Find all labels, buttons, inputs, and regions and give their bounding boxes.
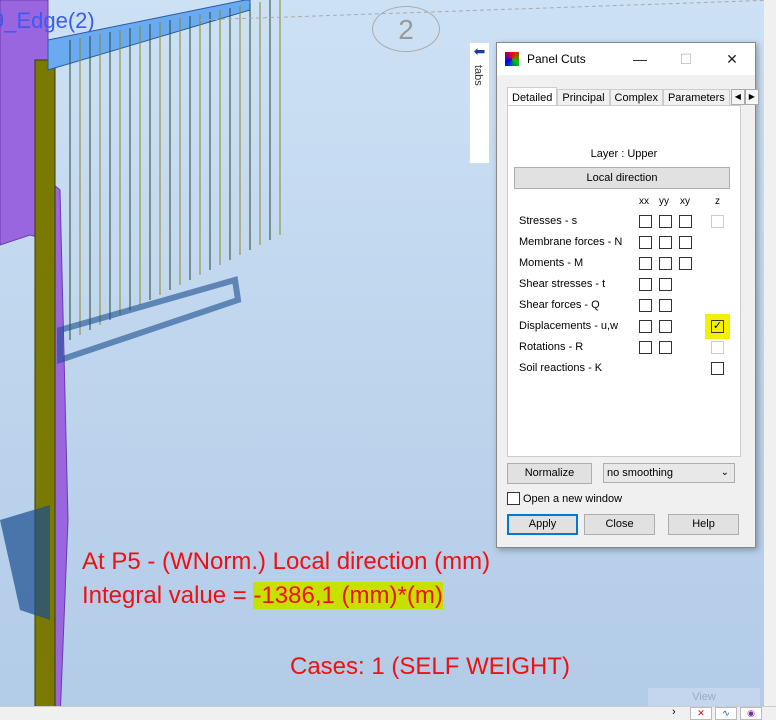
detailed-panel: Layer : Upper Local direction xx yy xy z…	[507, 105, 741, 457]
panel-cuts-dialog: Panel Cuts — ☐ ✕ Detailed Principal Comp…	[496, 42, 759, 548]
checkbox-xx[interactable]	[639, 320, 652, 333]
checkbox-xx[interactable]	[639, 236, 652, 249]
vertical-scrollbar[interactable]	[764, 0, 776, 706]
result-direction-label: At P5 - (WNorm.) Local direction (mm)	[82, 548, 491, 575]
checkbox-yy[interactable]	[659, 215, 672, 228]
checkbox-xx[interactable]	[639, 299, 652, 312]
row-label: Displacements - u,w	[519, 320, 619, 332]
checkbox-yy[interactable]	[659, 278, 672, 291]
row-label: Moments - M	[519, 257, 584, 269]
row-label: Membrane forces - N	[519, 236, 623, 248]
checkbox-xx[interactable]	[639, 278, 652, 291]
local-direction-button[interactable]: Local direction	[514, 167, 730, 189]
checkbox-yy[interactable]	[659, 236, 672, 249]
springs-icon[interactable]: ∿	[715, 707, 737, 720]
tabs-strip[interactable]: ⬅ tabs	[469, 43, 489, 163]
checkbox-xx[interactable]	[639, 257, 652, 270]
node-ellipse-dashed	[199, 0, 776, 21]
close-button[interactable]: Close	[584, 514, 655, 535]
col-xx: xx	[639, 196, 649, 207]
tabs-label: tabs	[472, 65, 484, 86]
row-label: Stresses - s	[519, 215, 578, 227]
checkbox-z[interactable]	[711, 362, 724, 375]
open-new-window-label: Open a new window	[523, 492, 623, 505]
row-label: Rotations - R	[519, 341, 584, 353]
tab-scroll-right-icon[interactable]: ▶	[744, 89, 759, 105]
chevron-right-icon[interactable]: ›	[672, 706, 676, 718]
checkbox-yy[interactable]	[659, 320, 672, 333]
integral-value: -1386,1 (mm)*(m)	[253, 582, 443, 609]
integral-value-label: Integral value = -1386,1 (mm)*(m)	[82, 582, 443, 610]
view-label: View	[648, 688, 760, 706]
dialog-title: Panel Cuts	[527, 52, 586, 66]
app-icon	[505, 52, 519, 66]
checkbox-xx[interactable]	[639, 341, 652, 354]
title-bar[interactable]: Panel Cuts — ☐ ✕	[497, 43, 755, 75]
open-new-window-option[interactable]: Open a new window	[507, 492, 622, 505]
checkbox-xy[interactable]	[679, 215, 692, 228]
edge-label: 9_Edge(2)	[0, 8, 95, 33]
bottom-toolbar	[0, 706, 776, 720]
eye-icon[interactable]: ◉	[740, 707, 762, 720]
cases-label: Cases: 1 (SELF WEIGHT)	[290, 653, 571, 680]
supports-icon[interactable]: ✕	[690, 707, 712, 720]
checkbox-z	[711, 341, 724, 354]
row-label: Soil reactions - K	[519, 362, 603, 374]
maximize-button: ☐	[679, 50, 693, 67]
close-window-button[interactable]: ✕	[709, 51, 755, 68]
chevron-down-icon: ⌄	[720, 467, 729, 478]
checkbox-z[interactable]: ✓	[711, 320, 724, 333]
integral-prefix: Integral value =	[82, 582, 254, 609]
checkbox-yy[interactable]	[659, 299, 672, 312]
smoothing-select[interactable]: no smoothing ⌄	[603, 463, 735, 483]
smoothing-value: no smoothing	[607, 467, 674, 479]
col-yy: yy	[659, 196, 669, 207]
yellow-column	[34, 59, 56, 720]
checkbox-xx[interactable]	[639, 215, 652, 228]
apply-button[interactable]: Apply	[507, 514, 578, 535]
open-new-window-checkbox[interactable]	[507, 492, 520, 505]
checkbox-yy[interactable]	[659, 341, 672, 354]
checkbox-z	[711, 215, 724, 228]
row-label: Shear forces - Q	[519, 299, 600, 311]
tab-scroll-left-icon[interactable]: ◀	[730, 89, 745, 105]
normalize-button[interactable]: Normalize	[507, 463, 592, 484]
help-button[interactable]: Help	[668, 514, 739, 535]
node-number-label: 2	[372, 6, 440, 52]
tab-detailed[interactable]: Detailed	[507, 87, 558, 107]
arrow-left-icon[interactable]: ⬅	[470, 43, 489, 60]
minimize-button[interactable]: —	[617, 51, 663, 67]
checkbox-xy[interactable]	[679, 257, 692, 270]
layer-label: Layer : Upper	[590, 148, 658, 160]
checkbox-xy[interactable]	[679, 236, 692, 249]
row-label: Shear stresses - t	[519, 278, 606, 290]
col-z: z	[715, 196, 720, 207]
checkbox-yy[interactable]	[659, 257, 672, 270]
col-xy: xy	[680, 196, 690, 207]
